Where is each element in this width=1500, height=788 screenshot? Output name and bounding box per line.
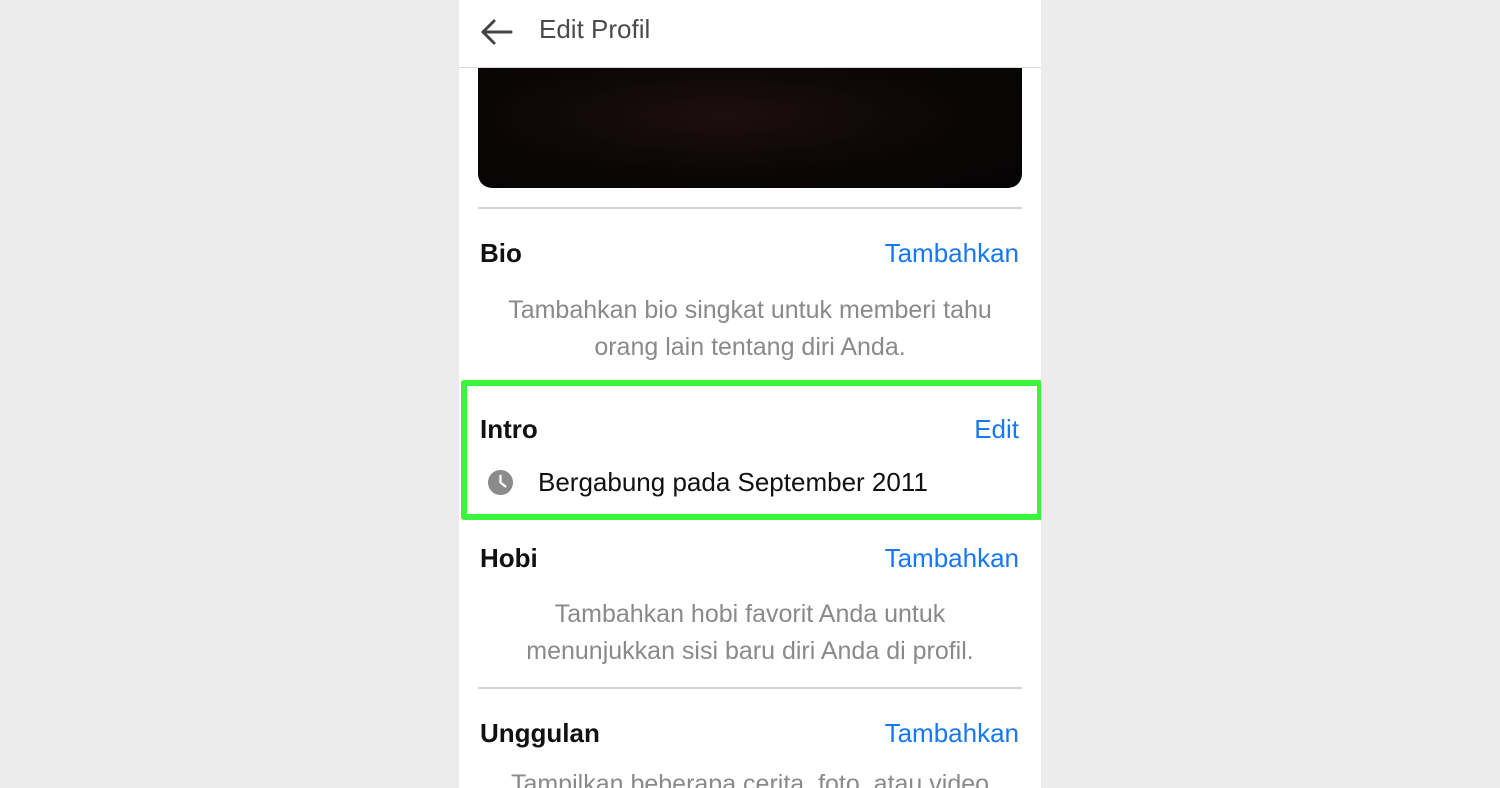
back-button[interactable] [477, 12, 517, 52]
bio-title: Bio [480, 238, 522, 268]
bio-description: Tambahkan bio singkat untuk memberi tahu… [478, 292, 1022, 366]
hobi-description-line: Tambahkan hobi favorit Anda untuk [554, 600, 946, 628]
arrow-left-icon [481, 19, 513, 45]
phone-screen: Edit Profil Bio Tambahkan Tambahkan bio … [459, 0, 1041, 788]
page-title: Edit Profil [539, 14, 651, 44]
bio-add-link[interactable]: Tambahkan [885, 238, 1019, 269]
section-divider [478, 687, 1022, 689]
intro-title: Intro [480, 414, 538, 444]
intro-joined-item: Bergabung pada September 2011 [487, 462, 928, 502]
top-bar: Edit Profil [459, 0, 1041, 68]
unggulan-description-line: Tampilkan beberapa cerita, foto, atau vi… [510, 770, 990, 788]
clock-icon [487, 469, 514, 495]
cover-photo[interactable] [478, 68, 1022, 188]
unggulan-add-link[interactable]: Tambahkan [885, 718, 1019, 749]
unggulan-title: Unggulan [480, 718, 600, 748]
hobi-add-link[interactable]: Tambahkan [885, 543, 1019, 574]
unggulan-description: Tampilkan beberapa cerita, foto, atau vi… [478, 766, 1022, 788]
bio-description-line: orang lain tentang diri Anda. [594, 333, 906, 361]
hobi-title: Hobi [480, 543, 538, 573]
intro-edit-link[interactable]: Edit [974, 414, 1019, 445]
hobi-description-line: menunjukkan sisi baru diri Anda di profi… [526, 637, 974, 665]
intro-joined-text: Bergabung pada September 2011 [538, 466, 928, 497]
section-divider [478, 207, 1022, 209]
bio-description-line: Tambahkan bio singkat untuk memberi tahu [508, 296, 992, 324]
hobi-description: Tambahkan hobi favorit Anda untuk menunj… [478, 596, 1022, 670]
